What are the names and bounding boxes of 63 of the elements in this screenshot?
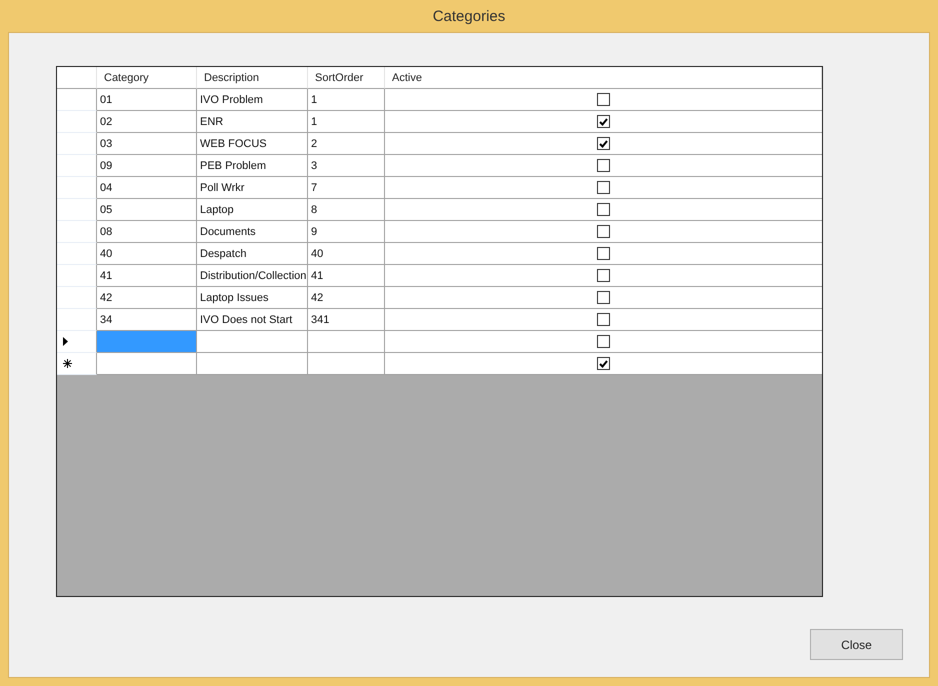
column-header[interactable]: Description	[197, 67, 308, 89]
table-cell[interactable]: WEB FOCUS	[197, 133, 308, 155]
checkbox[interactable]	[597, 335, 610, 348]
window-title: Categories	[432, 8, 506, 24]
table-cell[interactable]	[308, 353, 385, 375]
table-cell[interactable]: 1	[308, 111, 385, 133]
table-cell[interactable]: 40	[308, 243, 385, 265]
row-header[interactable]	[57, 353, 97, 375]
table-cell[interactable]: 41	[97, 265, 197, 287]
table-cell[interactable]: 7	[308, 177, 385, 199]
current-row-icon	[63, 337, 68, 346]
checkbox[interactable]	[597, 269, 610, 282]
table-cell[interactable]: Despatch	[197, 243, 308, 265]
column-header[interactable]: SortOrder	[308, 67, 385, 89]
close-button[interactable]: Close	[810, 629, 903, 660]
table-cell[interactable]: PEB Problem	[197, 155, 308, 177]
table-cell[interactable]: 3	[308, 155, 385, 177]
table-cell[interactable]: 341	[308, 309, 385, 331]
checkbox[interactable]	[597, 159, 610, 172]
checkbox[interactable]	[597, 115, 610, 128]
table-cell[interactable]: 1	[308, 89, 385, 111]
new-row-icon	[63, 359, 72, 368]
row-header[interactable]	[57, 331, 97, 353]
table-cell[interactable]: 9	[308, 221, 385, 243]
checkbox[interactable]	[597, 225, 610, 238]
table-cell[interactable]: 08	[97, 221, 197, 243]
table-cell[interactable]: 05	[97, 199, 197, 221]
checkbox[interactable]	[597, 137, 610, 150]
table-cell[interactable]: 04	[97, 177, 197, 199]
table-cell[interactable]	[197, 331, 308, 353]
table-cell[interactable]	[197, 353, 308, 375]
column-header[interactable]: Category	[97, 67, 197, 89]
table-cell[interactable]	[97, 331, 197, 353]
table-cell[interactable]: Laptop Issues	[197, 287, 308, 309]
header-corner	[57, 67, 97, 89]
checkbox[interactable]	[597, 291, 610, 304]
table-cell[interactable]: 41	[308, 265, 385, 287]
table-cell[interactable]: ENR	[197, 111, 308, 133]
checkbox[interactable]	[597, 247, 610, 260]
table-cell[interactable]: 09	[97, 155, 197, 177]
table-cell[interactable]: Laptop	[197, 199, 308, 221]
table-cell[interactable]: 40	[97, 243, 197, 265]
table-cell[interactable]: IVO Problem	[197, 89, 308, 111]
table-cell[interactable]	[308, 331, 385, 353]
column-header[interactable]: Active	[385, 67, 822, 89]
checkbox[interactable]	[597, 203, 610, 216]
table-cell[interactable]: 42	[97, 287, 197, 309]
checkbox[interactable]	[597, 313, 610, 326]
checkbox[interactable]	[597, 93, 610, 106]
table-cell[interactable]: 2	[308, 133, 385, 155]
table-cell[interactable]: Distribution/Collection	[197, 265, 308, 287]
checkbox[interactable]	[597, 181, 610, 194]
table-cell[interactable]: 03	[97, 133, 197, 155]
table-cell[interactable]: Poll Wrkr	[197, 177, 308, 199]
table-cell[interactable]: 02	[97, 111, 197, 133]
table-cell[interactable]: 01	[97, 89, 197, 111]
checkbox[interactable]	[597, 357, 610, 370]
table-cell[interactable]: IVO Does not Start	[197, 309, 308, 331]
table-cell[interactable]: 42	[308, 287, 385, 309]
table-cell[interactable]: 8	[308, 199, 385, 221]
table-cell[interactable]: 34	[97, 309, 197, 331]
table-cell[interactable]	[97, 353, 197, 375]
table-cell[interactable]: Documents	[197, 221, 308, 243]
